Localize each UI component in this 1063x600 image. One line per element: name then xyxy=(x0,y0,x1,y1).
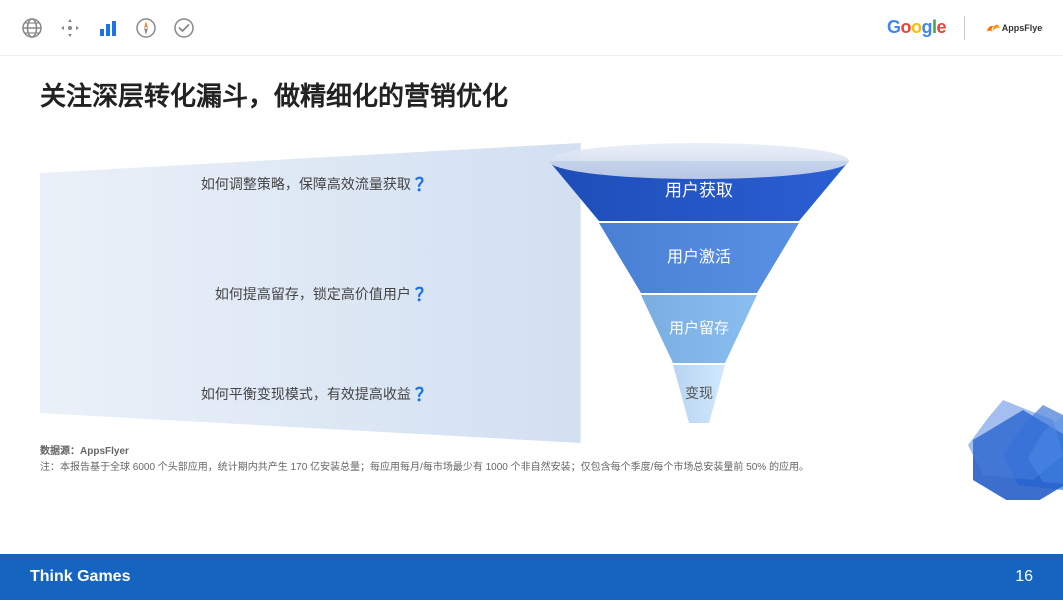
funnel-container: 用户获取 用户激活 用户留存 变现 xyxy=(453,133,945,463)
page-number: 16 xyxy=(1015,568,1033,586)
main-content: 关注深层转化漏斗，做精细化的营销优化 如何调整策略，保障高效流量获取 ？ 如何提… xyxy=(0,56,1063,546)
move-icon[interactable] xyxy=(58,16,82,40)
svg-text:AppsFlyer: AppsFlyer xyxy=(1002,23,1043,33)
appsflyer-logo: AppsFlyer xyxy=(983,18,1043,38)
funnel-area-inner: 如何调整策略，保障高效流量获取 ？ 如何提高留存，锁定高价值用户 ？ 如何平衡变… xyxy=(40,133,1023,463)
logo-divider xyxy=(964,16,965,40)
question-text-3: 如何平衡变现模式，有效提高收益 xyxy=(201,384,411,404)
question-item-2: 如何提高留存，锁定高价值用户 ？ xyxy=(215,281,433,307)
question-item-3: 如何平衡变现模式，有效提高收益 ？ xyxy=(201,381,433,407)
globe-icon[interactable] xyxy=(20,16,44,40)
svg-text:变现: 变现 xyxy=(685,385,713,401)
bar-chart-icon[interactable] xyxy=(96,16,120,40)
google-logo: Google xyxy=(887,17,946,38)
svg-text:用户激活: 用户激活 xyxy=(667,248,731,266)
brand-label: Think Games xyxy=(30,568,130,586)
check-circle-icon[interactable] xyxy=(172,16,196,40)
nav-icon-group[interactable] xyxy=(20,16,196,40)
question-mark-1: ？ xyxy=(415,171,433,197)
top-nav: Google AppsFlyer xyxy=(0,0,1063,56)
question-mark-2: ？ xyxy=(415,281,433,307)
compass-icon[interactable] xyxy=(134,16,158,40)
svg-text:用户获取: 用户获取 xyxy=(665,181,733,200)
logo-area: Google AppsFlyer xyxy=(887,16,1043,40)
question-mark-3: ？ xyxy=(415,381,433,407)
svg-text:用户留存: 用户留存 xyxy=(669,320,729,337)
question-text-2: 如何提高留存，锁定高价值用户 xyxy=(215,284,411,304)
left-questions: 如何调整策略，保障高效流量获取 ？ 如何提高留存，锁定高价值用户 ？ 如何平衡变… xyxy=(40,133,453,463)
page-title: 关注深层转化漏斗，做精细化的营销优化 xyxy=(40,76,1023,113)
question-item-1: 如何调整策略，保障高效流量获取 ？ xyxy=(201,171,433,197)
funnel-area: 如何调整策略，保障高效流量获取 ？ 如何提高留存，锁定高价值用户 ？ 如何平衡变… xyxy=(40,133,1023,463)
bottom-bar: Think Games 16 xyxy=(0,554,1063,600)
question-text-1: 如何调整策略，保障高效流量获取 xyxy=(201,174,411,194)
funnel-svg: 用户获取 用户激活 用户留存 变现 xyxy=(529,133,869,453)
